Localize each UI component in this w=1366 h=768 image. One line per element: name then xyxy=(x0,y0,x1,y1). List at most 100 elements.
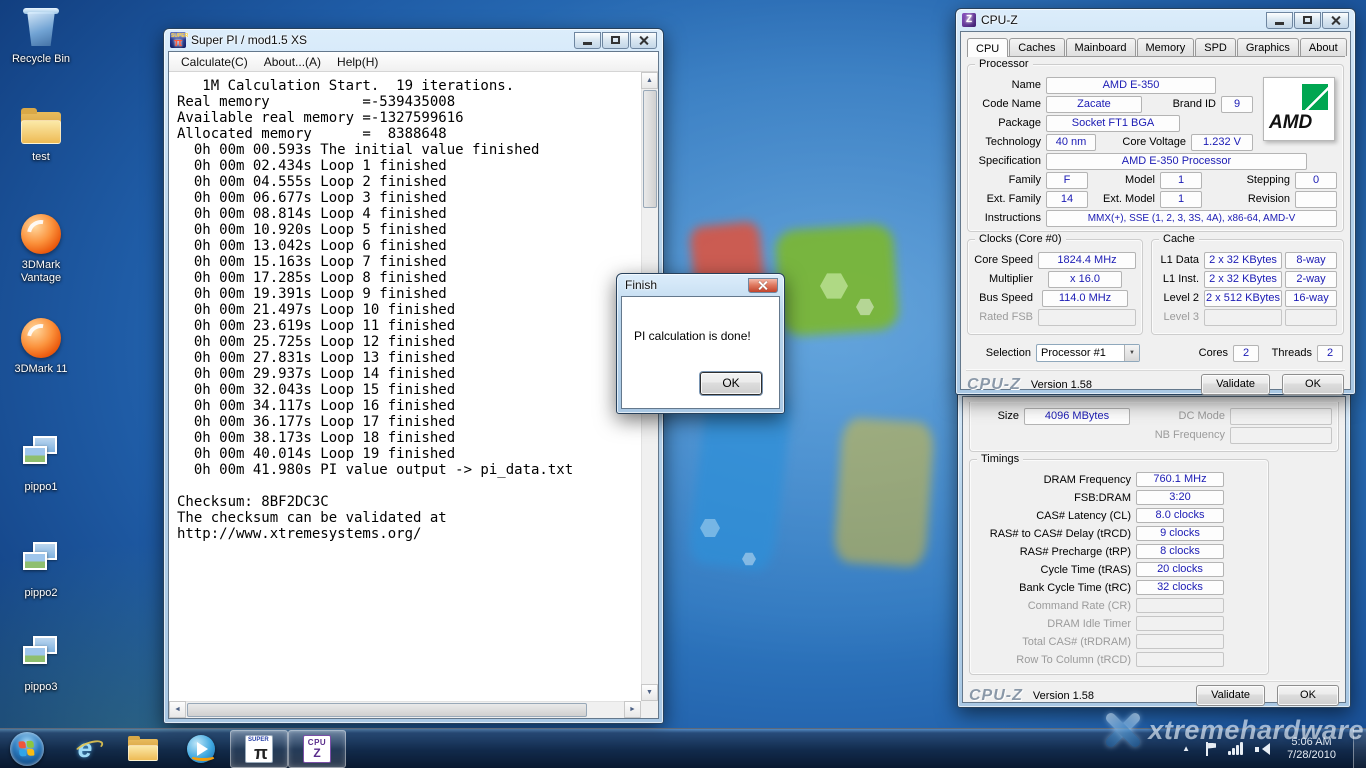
maximize-button[interactable] xyxy=(602,32,629,49)
close-icon[interactable] xyxy=(748,278,778,293)
amd-logo: AMD xyxy=(1263,77,1335,141)
close-button[interactable] xyxy=(1322,12,1349,29)
image-icon xyxy=(17,434,65,478)
tab-memory[interactable]: Memory xyxy=(1137,38,1195,56)
field-label: Level 3 xyxy=(1158,311,1204,323)
tab-about[interactable]: About xyxy=(1300,38,1347,56)
superpi-client: Calculate(C)About...(A)Help(H) 1M Calcul… xyxy=(168,51,659,719)
menu-item-0[interactable]: Calculate(C) xyxy=(173,53,256,71)
l1-inst-way-value: 2-way xyxy=(1285,271,1337,288)
cpuz-titlebar[interactable]: Z CPU-Z xyxy=(956,9,1355,30)
code-name-value: Zacate xyxy=(1046,96,1142,113)
finish-dialog-titlebar[interactable]: Finish xyxy=(617,274,784,295)
desktop-icon-label: Recycle Bin xyxy=(2,53,80,66)
horizontal-scrollbar[interactable]: ◄ ► xyxy=(169,701,641,718)
superpi-log: 1M Calculation Start. 19 iterations. Rea… xyxy=(169,72,641,701)
minimize-button[interactable] xyxy=(1266,12,1293,29)
superpi-titlebar[interactable]: SUPERπ Super PI / mod1.5 XS xyxy=(164,29,663,50)
desktop-icon-pippo2[interactable]: pippo2 xyxy=(2,540,80,600)
taskbar-button-windows-explorer[interactable] xyxy=(114,730,172,768)
taskbar-button-super-pi[interactable]: SUPERπ xyxy=(230,730,288,768)
threads-value: 2 xyxy=(1317,345,1343,362)
field-label: L1 Inst. xyxy=(1158,273,1204,285)
ok-button[interactable]: OK xyxy=(1282,374,1344,395)
menu-item-1[interactable]: About...(A) xyxy=(256,53,329,71)
cache-group-title: Cache xyxy=(1159,233,1199,245)
tab-caches[interactable]: Caches xyxy=(1009,38,1064,56)
scroll-up-button[interactable]: ▲ xyxy=(641,72,658,89)
superpi-window: SUPERπ Super PI / mod1.5 XS Calculate(C)… xyxy=(163,28,664,724)
processor-selection-combo[interactable]: Processor #1 ▼ xyxy=(1036,344,1140,362)
cpuz-version: Version 1.58 xyxy=(1031,379,1092,391)
taskbar: e SUPERπCPUZ ▲ 5:06 AM 7/28/2010 xyxy=(0,728,1366,768)
volume-icon[interactable] xyxy=(1255,742,1270,756)
desktop-icon-3dmark-vantage[interactable]: 3DMark Vantage xyxy=(2,212,80,285)
taskbar-button-cpu-z[interactable]: CPUZ xyxy=(288,730,346,768)
desktop-icon-pippo1[interactable]: pippo1 xyxy=(2,434,80,494)
timing-label: Bank Cycle Time (tRC) xyxy=(976,582,1136,594)
cores-value: 2 xyxy=(1233,345,1259,362)
folder-icon xyxy=(128,737,158,761)
level2-value: 2 x 512 KBytes xyxy=(1204,290,1282,307)
chevron-down-icon[interactable]: ▼ xyxy=(1124,345,1139,361)
desktop-icon-pippo3[interactable]: pippo3 xyxy=(2,634,80,694)
multiplier-value: x 16.0 xyxy=(1048,271,1122,288)
family-value: F xyxy=(1046,172,1088,189)
l1-data-way-value: 8-way xyxy=(1285,252,1337,269)
recycle-icon xyxy=(17,6,65,50)
ok-button[interactable]: OK xyxy=(700,372,762,395)
tab-cpu[interactable]: CPU xyxy=(967,38,1008,57)
validate-button[interactable]: Validate xyxy=(1201,374,1270,395)
maximize-button[interactable] xyxy=(1294,12,1321,29)
field-label: Package xyxy=(974,117,1046,129)
tray-clock[interactable]: 5:06 AM 7/28/2010 xyxy=(1281,736,1342,762)
desktop-icon-test-folder[interactable]: test xyxy=(2,104,80,164)
windows-logo-icon xyxy=(18,740,35,757)
scroll-right-button[interactable]: ► xyxy=(624,701,641,718)
taskbar-button-windows-media-player[interactable] xyxy=(172,730,230,768)
taskbar-button-internet-explorer[interactable]: e xyxy=(56,730,114,768)
l1-inst-value: 2 x 32 KBytes xyxy=(1204,271,1282,288)
network-icon[interactable] xyxy=(1228,742,1244,756)
close-button[interactable] xyxy=(630,32,657,49)
clock-time: 5:06 AM xyxy=(1287,736,1336,749)
timing-value: 32 clocks xyxy=(1136,580,1224,595)
core-voltage-value: 1.232 V xyxy=(1191,134,1253,151)
tab-spd[interactable]: SPD xyxy=(1195,38,1236,56)
field-label: Specification xyxy=(974,155,1046,167)
timing-value: 9 clocks xyxy=(1136,526,1224,541)
hidden-icons-chevron[interactable]: ▲ xyxy=(1178,740,1194,757)
desktop-icon-recycle-bin[interactable]: Recycle Bin xyxy=(2,6,80,66)
vertical-scroll-thumb[interactable] xyxy=(643,90,657,208)
timing-row: DRAM Idle Timer xyxy=(976,615,1262,632)
menu-item-2[interactable]: Help(H) xyxy=(329,53,386,71)
timing-row: CAS# Latency (CL)8.0 clocks xyxy=(976,507,1262,524)
desktop-icon-label: pippo1 xyxy=(2,481,80,494)
validate-button[interactable]: Validate xyxy=(1196,685,1265,706)
scroll-left-button[interactable]: ◄ xyxy=(169,701,186,718)
show-desktop-button[interactable] xyxy=(1353,729,1366,768)
image-icon xyxy=(17,540,65,584)
tab-mainboard[interactable]: Mainboard xyxy=(1066,38,1136,56)
cpu-name-value: AMD E-350 xyxy=(1046,77,1216,94)
minimize-button[interactable] xyxy=(574,32,601,49)
tab-graphics[interactable]: Graphics xyxy=(1237,38,1299,56)
timing-label: CAS# Latency (CL) xyxy=(976,510,1136,522)
cpuz-title: CPU-Z xyxy=(981,13,1018,27)
timing-row: Cycle Time (tRAS)20 clocks xyxy=(976,561,1262,578)
timing-label: Total CAS# (tRDRAM) xyxy=(976,636,1136,648)
cpuz-version: Version 1.58 xyxy=(1033,690,1094,702)
instructions-value: MMX(+), SSE (1, 2, 3, 3S, 4A), x86-64, A… xyxy=(1046,210,1337,227)
timing-row: RAS# to CAS# Delay (tRCD)9 clocks xyxy=(976,525,1262,542)
selection-label: Selection xyxy=(968,347,1036,359)
cache-group: Cache L1 Data 2 x 32 KBytes 8-way L1 Ins… xyxy=(1151,239,1344,335)
desktop-icon-3dmark-11[interactable]: 3DMark 11 xyxy=(2,316,80,376)
cpuz-app-icon: Z xyxy=(962,13,976,27)
ok-button[interactable]: OK xyxy=(1277,685,1339,706)
field-label: Revision xyxy=(1202,193,1295,205)
l1-data-value: 2 x 32 KBytes xyxy=(1204,252,1282,269)
action-center-flag-icon[interactable] xyxy=(1205,742,1217,756)
horizontal-scroll-thumb[interactable] xyxy=(187,703,587,717)
start-button[interactable] xyxy=(10,732,44,766)
scroll-down-button[interactable]: ▼ xyxy=(641,684,658,701)
